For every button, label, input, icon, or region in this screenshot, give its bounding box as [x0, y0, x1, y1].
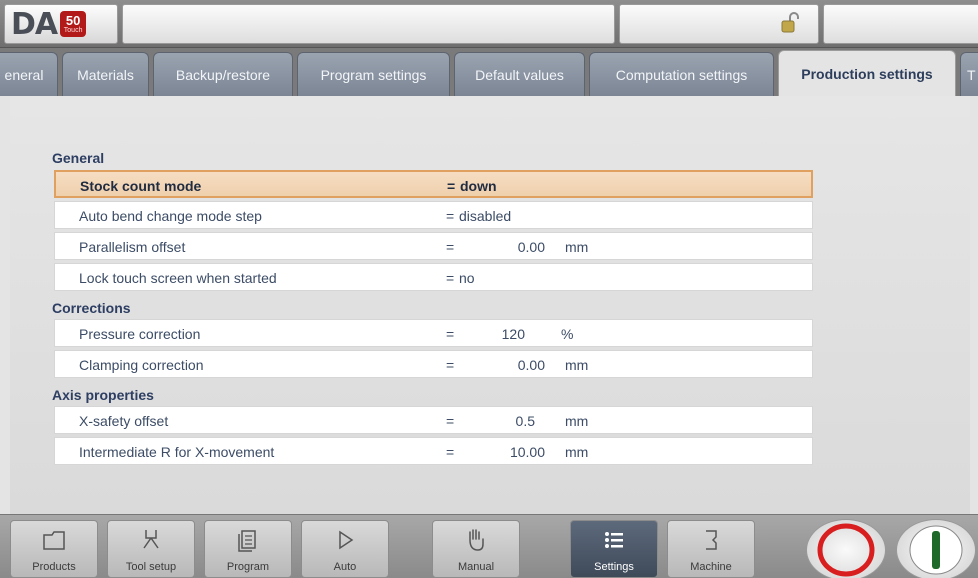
- setting-unit: mm: [565, 239, 589, 255]
- folder-icon: [43, 531, 65, 550]
- setting-row-pressure-correction[interactable]: Pressure correction = 120 %: [54, 319, 813, 347]
- logo-model: 50: [65, 13, 81, 28]
- list-icon: [605, 532, 623, 548]
- pages-icon: [238, 530, 256, 552]
- tab-label: T: [967, 66, 976, 83]
- nav-label: Program: [226, 561, 270, 573]
- equals-sign: =: [446, 444, 455, 460]
- tab-production-settings[interactable]: Production settings: [778, 50, 956, 96]
- equals-sign: =: [446, 413, 455, 429]
- machine-icon: [706, 530, 717, 550]
- setting-value: 0.5: [515, 413, 535, 429]
- group-title-axis-properties: Axis properties: [52, 387, 154, 403]
- setting-label: Lock touch screen when started: [79, 270, 277, 286]
- logo-badge: 50 Touch: [60, 11, 87, 37]
- logo-edition: Touch: [63, 27, 83, 34]
- tab-strip: eneral Materials Backup/restore Program …: [0, 48, 978, 96]
- stop-ring-icon: [817, 523, 875, 577]
- tab-materials[interactable]: Materials: [62, 52, 149, 96]
- tab-general[interactable]: eneral: [0, 52, 58, 96]
- setting-label: Auto bend change mode step: [79, 208, 262, 224]
- tab-partial[interactable]: T: [960, 52, 978, 96]
- nav-label: Auto: [333, 561, 357, 573]
- nav-label: Manual: [457, 561, 495, 573]
- setting-label: Stock count mode: [80, 178, 202, 194]
- tab-backup-restore[interactable]: Backup/restore: [153, 52, 293, 96]
- tab-label: Default values: [475, 66, 564, 83]
- setting-row-x-safety-offset[interactable]: X-safety offset = 0.5 mm: [54, 406, 813, 434]
- equals-sign: =: [446, 239, 455, 255]
- nav-products-button[interactable]: Products: [10, 520, 98, 578]
- group-title-general: General: [52, 150, 105, 166]
- tab-label: Program settings: [320, 66, 427, 83]
- setting-row-stock-count-mode[interactable]: Stock count mode = down: [54, 170, 813, 198]
- setting-row-parallelism-offset[interactable]: Parallelism offset = 0.00 mm: [54, 232, 813, 260]
- start-bar-icon: [909, 525, 963, 575]
- group-title-corrections: Corrections: [52, 300, 131, 316]
- nav-auto-button[interactable]: Auto: [301, 520, 389, 578]
- message-field: [122, 4, 615, 44]
- setting-value: 0.00: [517, 357, 545, 373]
- logo: DA 50 Touch: [4, 4, 118, 44]
- equals-sign: =: [446, 270, 455, 286]
- nav-machine-button[interactable]: Machine: [667, 520, 755, 578]
- nav-manual-button[interactable]: Manual: [432, 520, 520, 578]
- setting-label: Clamping correction: [79, 357, 204, 373]
- nav-label: Machine: [690, 561, 732, 573]
- setting-unit: mm: [565, 413, 589, 429]
- start-button[interactable]: [896, 519, 976, 578]
- bottom-nav-bar: Products Tool setup Program Auto Manual: [0, 514, 978, 578]
- tab-label: Production settings: [801, 66, 933, 82]
- equals-sign: =: [447, 178, 456, 194]
- tab-computation-settings[interactable]: Computation settings: [589, 52, 774, 96]
- setting-label: X-safety offset: [79, 413, 169, 429]
- play-icon: [339, 530, 354, 550]
- equals-sign: =: [446, 357, 455, 373]
- nav-label: Tool setup: [125, 561, 177, 573]
- setting-label: Pressure correction: [79, 326, 201, 342]
- setting-unit: %: [561, 326, 574, 342]
- settings-panel: General Stock count mode = down Auto ben…: [10, 96, 970, 514]
- equals-sign: =: [446, 326, 455, 342]
- setting-value: 120: [501, 326, 525, 342]
- hand-icon: [469, 529, 484, 551]
- user-field: [823, 4, 978, 44]
- tab-label: Backup/restore: [175, 66, 271, 83]
- tab-program-settings[interactable]: Program settings: [297, 52, 450, 96]
- setting-value: 0.00: [517, 239, 545, 255]
- nav-label: Settings: [594, 561, 634, 573]
- setting-unit: mm: [565, 444, 589, 460]
- setting-label: Intermediate R for X-movement: [79, 444, 275, 460]
- nav-settings-button[interactable]: Settings: [570, 520, 658, 578]
- setting-value: 10.00: [509, 444, 545, 460]
- nav-program-button[interactable]: Program: [204, 520, 292, 578]
- setting-row-lock-touch-screen[interactable]: Lock touch screen when started = no: [54, 263, 813, 291]
- unlocked-padlock-icon[interactable]: [780, 12, 800, 34]
- top-bar: DA 50 Touch: [0, 0, 978, 48]
- tab-default-values[interactable]: Default values: [454, 52, 585, 96]
- setting-row-clamping-correction[interactable]: Clamping correction = 0.00 mm: [54, 350, 813, 378]
- setting-value: disabled: [459, 208, 512, 224]
- logo-brand: DA: [11, 6, 58, 42]
- tool-icon: [143, 530, 159, 549]
- setting-label: Parallelism offset: [79, 239, 186, 255]
- equals-sign: =: [446, 208, 455, 224]
- setting-row-intermediate-r[interactable]: Intermediate R for X-movement = 10.00 mm: [54, 437, 813, 465]
- setting-unit: mm: [565, 357, 589, 373]
- setting-value: down: [460, 178, 497, 194]
- tab-label: Materials: [77, 66, 134, 83]
- setting-row-auto-bend-change[interactable]: Auto bend change mode step = disabled: [54, 201, 813, 229]
- stop-button[interactable]: [806, 519, 886, 578]
- nav-label: Products: [32, 561, 76, 573]
- tab-label: Computation settings: [615, 66, 748, 83]
- tab-label: eneral: [4, 66, 44, 83]
- setting-value: no: [459, 270, 475, 286]
- nav-tool-setup-button[interactable]: Tool setup: [107, 520, 195, 578]
